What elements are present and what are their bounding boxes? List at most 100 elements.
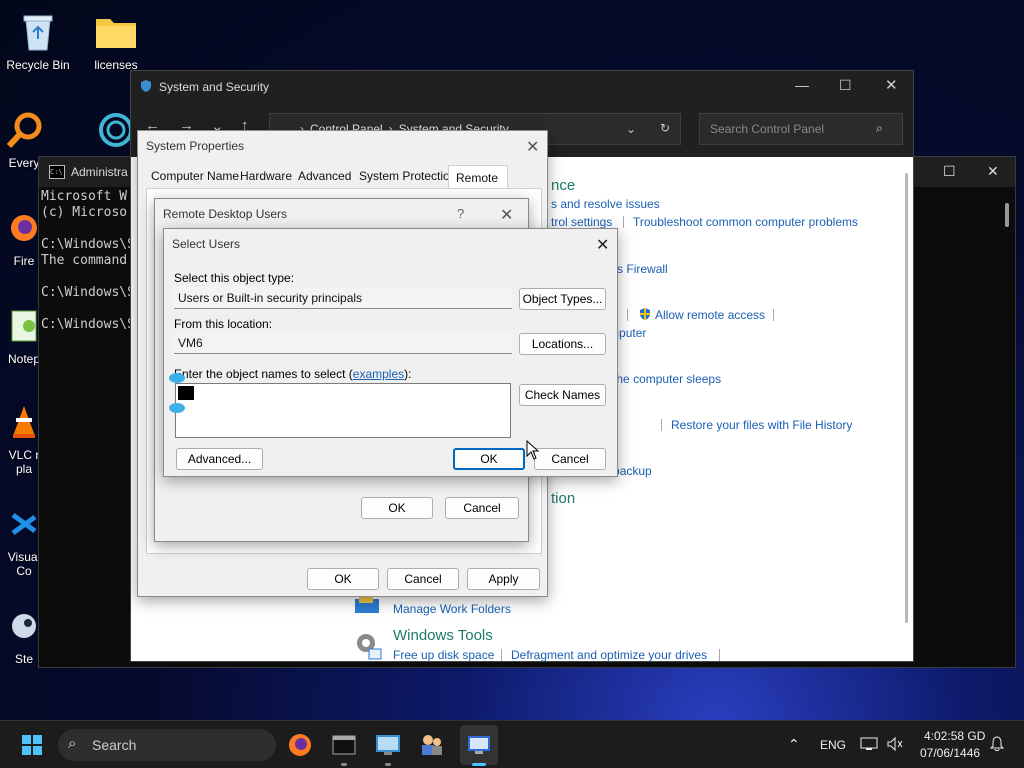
notifications-bell-icon[interactable]: [989, 736, 1005, 755]
link-separator: [627, 309, 628, 321]
system-properties-title: System Properties: [146, 139, 245, 153]
search-control-panel-input[interactable]: Search Control Panel ⌕: [699, 113, 903, 145]
control-panel-scrollbar[interactable]: [905, 173, 908, 623]
select-users-dialog[interactable]: Select Users ✕ Select this object type: …: [163, 228, 618, 477]
recycle-bin-icon: [16, 10, 60, 54]
remote-desktop-users-close-icon[interactable]: ✕: [500, 205, 513, 225]
shield-icon: [139, 79, 153, 96]
clock-date[interactable]: 07/06/1446: [920, 746, 980, 760]
examples-link[interactable]: examples: [353, 367, 404, 381]
users-taskbar-icon[interactable]: [416, 729, 448, 761]
link-defragment[interactable]: Defragment and optimize your drives: [511, 648, 707, 662]
control-panel-titlebar[interactable]: System and Security — ☐ ✕: [131, 71, 913, 103]
remote-desktop-users-title: Remote Desktop Users: [163, 207, 288, 221]
select-users-cancel-button[interactable]: Cancel: [534, 448, 606, 470]
select-users-close-icon[interactable]: ✕: [596, 235, 609, 255]
link-manage-work-folders[interactable]: Manage Work Folders: [393, 602, 511, 616]
taskbar-search-label: Search: [92, 737, 137, 753]
tab-computer-name[interactable]: Computer Name: [151, 169, 239, 183]
select-users-title: Select Users: [172, 237, 241, 251]
control-panel-running-indicator: [385, 763, 391, 766]
taskbar: ⌕ Search ⌃ ENG 4:02:58 GD 07/06/1446: [0, 720, 1024, 768]
remote-desktop-users-ok-button[interactable]: OK: [361, 497, 433, 519]
help-icon[interactable]: ?: [457, 206, 464, 221]
link-separator: [501, 649, 502, 661]
object-names-input[interactable]: [175, 383, 511, 438]
object-types-button[interactable]: Object Types...: [519, 288, 606, 310]
maximize-icon[interactable]: ☐: [839, 77, 852, 94]
search-placeholder: Search Control Panel: [710, 122, 825, 136]
location-field: VM6: [174, 332, 512, 354]
minimize-icon[interactable]: —: [795, 77, 809, 93]
section-heading-encryption[interactable]: tion: [551, 490, 575, 507]
system-properties-taskbar-icon[interactable]: [463, 729, 495, 761]
link-separator: [623, 216, 624, 228]
active-app-indicator: [472, 763, 486, 766]
recycle-bin-label: Recycle Bin: [6, 58, 70, 72]
control-panel-taskbar-icon[interactable]: [372, 729, 404, 761]
work-folders-icon: [353, 597, 381, 618]
uac-shield-icon: [638, 307, 652, 324]
system-properties-ok-button[interactable]: OK: [307, 568, 379, 590]
object-names-label-suffix: ):: [404, 367, 412, 381]
link-separator: [773, 309, 774, 321]
mouse-pointer-icon: [526, 439, 540, 463]
tab-advanced[interactable]: Advanced: [298, 169, 351, 183]
system-properties-apply-button[interactable]: Apply: [467, 568, 540, 590]
recycle-bin-desktop-icon[interactable]: Recycle Bin: [0, 10, 76, 72]
folder-icon: [94, 10, 138, 54]
link-allow-remote-access[interactable]: Allow remote access: [655, 308, 765, 322]
search-icon[interactable]: ⌕: [876, 121, 883, 136]
object-names-label-prefix: Enter the object names to select (: [174, 367, 353, 381]
start-windows-icon[interactable]: [16, 729, 48, 761]
link-free-disk-space[interactable]: Free up disk space: [393, 648, 494, 662]
object-names-label: Enter the object names to select (exampl…: [174, 367, 411, 381]
text-cursor-selection: [178, 386, 194, 400]
cmd-maximize-icon[interactable]: ☐: [943, 163, 956, 180]
volume-muted-icon[interactable]: [886, 736, 904, 755]
system-properties-close-icon[interactable]: ✕: [526, 137, 539, 157]
link-restore-files[interactable]: Restore your files with File History: [671, 418, 852, 432]
refresh-icon[interactable]: ↻: [660, 121, 670, 135]
terminal-taskbar-icon[interactable]: [328, 729, 360, 761]
clock-time[interactable]: 4:02:58 GD: [924, 729, 985, 743]
check-names-button[interactable]: Check Names: [519, 384, 606, 406]
tab-remote[interactable]: Remote: [456, 171, 498, 185]
taskbar-search-box[interactable]: ⌕ Search: [58, 729, 276, 761]
link-resolve-issues[interactable]: s and resolve issues: [551, 197, 660, 211]
section-heading-maintenance[interactable]: nce: [551, 177, 575, 194]
tab-hardware[interactable]: Hardware: [240, 169, 292, 183]
remote-desktop-users-titlebar[interactable]: Remote Desktop Users ? ✕: [155, 199, 528, 229]
select-users-ok-button[interactable]: OK: [453, 448, 525, 470]
object-type-field: Users or Built-in security principals: [174, 287, 512, 309]
link-troubleshoot[interactable]: Troubleshoot common computer problems: [633, 215, 858, 229]
control-panel-title: System and Security: [159, 80, 270, 94]
system-properties-cancel-button[interactable]: Cancel: [387, 568, 459, 590]
licenses-desktop-icon[interactable]: licenses: [78, 10, 154, 72]
selection-handle-bottom[interactable]: [169, 403, 185, 413]
address-dropdown-icon[interactable]: ⌄: [626, 122, 636, 136]
cmd-scrollbar[interactable]: [1005, 203, 1009, 227]
cmd-close-icon[interactable]: ✕: [987, 163, 999, 180]
advanced-button[interactable]: Advanced...: [176, 448, 263, 470]
section-heading-windows-tools[interactable]: Windows Tools: [393, 627, 493, 644]
selection-handle-top[interactable]: [169, 373, 185, 383]
remote-desktop-users-cancel-button[interactable]: Cancel: [445, 497, 519, 519]
link-separator: [661, 419, 662, 431]
magnifier-icon: [2, 108, 46, 152]
cmd-icon: C:\: [49, 165, 65, 179]
network-icon[interactable]: [860, 736, 878, 755]
system-properties-titlebar[interactable]: System Properties ✕: [138, 131, 547, 161]
locations-button[interactable]: Locations...: [519, 333, 606, 355]
show-hidden-icons-chevron-icon[interactable]: ⌃: [788, 736, 800, 753]
tab-system-protection[interactable]: System Protection: [359, 169, 456, 183]
object-type-label: Select this object type:: [174, 271, 295, 285]
close-icon[interactable]: ✕: [885, 76, 898, 94]
firefox-taskbar-icon[interactable]: [284, 729, 316, 761]
select-users-titlebar[interactable]: Select Users ✕: [164, 229, 617, 259]
windows-tools-gear-icon: [353, 629, 383, 664]
link-separator: [719, 649, 720, 661]
location-label: From this location:: [174, 317, 273, 331]
link-control-settings[interactable]: trol settings: [551, 215, 612, 229]
language-indicator[interactable]: ENG: [820, 738, 846, 752]
